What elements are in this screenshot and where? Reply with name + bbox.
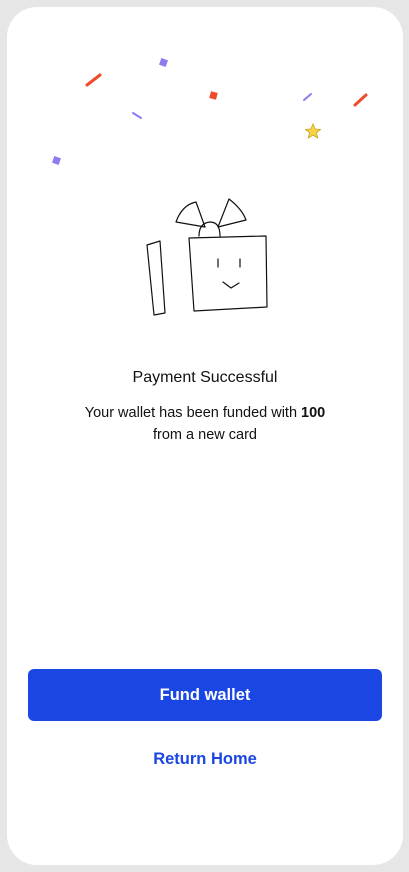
star-icon (304, 123, 322, 139)
confetti-red-2 (209, 91, 218, 100)
success-screen: Payment Successful Your wallet has been … (7, 7, 403, 865)
message-prefix: Your wallet has been funded with (84, 405, 302, 421)
success-message: Your wallet has been funded with 100 fro… (55, 402, 355, 446)
return-home-button[interactable]: Return Home (105, 745, 305, 773)
message-suffix: from a new card (153, 427, 257, 443)
confetti-decoration (52, 58, 368, 165)
page-title: Payment Successful (132, 369, 278, 386)
funded-amount: 100 (301, 405, 326, 421)
confetti-purple-2 (132, 112, 142, 119)
confetti-red-1 (85, 73, 102, 87)
fund-wallet-button[interactable]: Fund wallet (28, 669, 382, 721)
confetti-purple-4 (52, 156, 61, 165)
gift-box-icon (146, 198, 268, 316)
confetti-red-3 (353, 93, 368, 107)
confetti-purple-3 (303, 93, 312, 101)
confetti-purple-1 (159, 58, 168, 67)
